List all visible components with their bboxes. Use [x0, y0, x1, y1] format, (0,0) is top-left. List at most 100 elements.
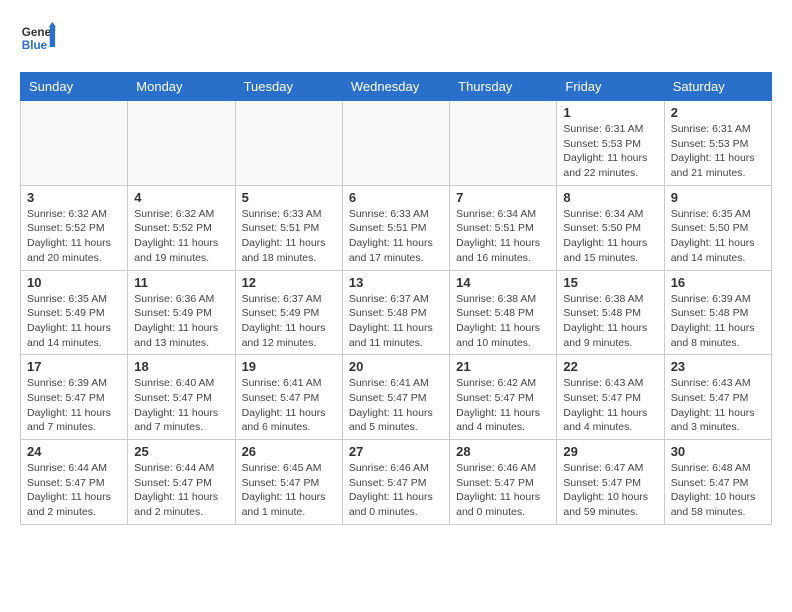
day-number: 28	[456, 444, 550, 459]
calendar-cell: 27 Sunrise: 6:46 AMSunset: 5:47 PMDayligh…	[342, 440, 449, 525]
calendar-cell: 2 Sunrise: 6:31 AMSunset: 5:53 PMDaylight…	[664, 101, 771, 186]
day-number: 15	[563, 275, 657, 290]
day-number: 26	[242, 444, 336, 459]
calendar-cell: 7 Sunrise: 6:34 AMSunset: 5:51 PMDaylight…	[450, 185, 557, 270]
day-number: 16	[671, 275, 765, 290]
column-header-thursday: Thursday	[450, 73, 557, 101]
day-info: Sunrise: 6:43 AMSunset: 5:47 PMDaylight:…	[563, 376, 657, 435]
column-header-monday: Monday	[128, 73, 235, 101]
calendar-cell: 29Sunrise: 6:47 AMSunset: 5:47 PMDayligh…	[557, 440, 664, 525]
calendar-week-row: 1Sunrise: 6:31 AMSunset: 5:53 PMDaylight…	[21, 101, 772, 186]
day-number: 21	[456, 359, 550, 374]
logo-icon: General Blue	[20, 20, 56, 56]
day-info: Sunrise: 6:34 AMSunset: 5:51 PMDaylight:…	[456, 207, 550, 266]
calendar-cell: 12 Sunrise: 6:37 AMSunset: 5:49 PMDayligh…	[235, 270, 342, 355]
day-info: Sunrise: 6:36 AMSunset: 5:49 PMDaylight:…	[134, 292, 228, 351]
day-info: Sunrise: 6:41 AMSunset: 5:47 PMDaylight:…	[349, 376, 443, 435]
header-row: SundayMondayTuesdayWednesdayThursdayFrid…	[21, 73, 772, 101]
day-info: Sunrise: 6:31 AMSunset: 5:53 PMDaylight:…	[671, 122, 765, 181]
day-number: 12	[242, 275, 336, 290]
day-info: Sunrise: 6:38 AMSunset: 5:48 PMDaylight:…	[456, 292, 550, 351]
calendar-cell: 22 Sunrise: 6:43 AMSunset: 5:47 PMDayligh…	[557, 355, 664, 440]
day-info: Sunrise: 6:39 AMSunset: 5:48 PMDaylight:…	[671, 292, 765, 351]
calendar-week-row: 3 Sunrise: 6:32 AMSunset: 5:52 PMDaylight…	[21, 185, 772, 270]
day-info: Sunrise: 6:35 AMSunset: 5:50 PMDaylight:…	[671, 207, 765, 266]
day-number: 13	[349, 275, 443, 290]
day-number: 6	[349, 190, 443, 205]
calendar-cell: 6 Sunrise: 6:33 AMSunset: 5:51 PMDaylight…	[342, 185, 449, 270]
day-info: Sunrise: 6:45 AMSunset: 5:47 PMDaylight:…	[242, 461, 336, 520]
calendar-cell: 10 Sunrise: 6:35 AMSunset: 5:49 PMDayligh…	[21, 270, 128, 355]
day-info: Sunrise: 6:44 AMSunset: 5:47 PMDaylight:…	[27, 461, 121, 520]
day-number: 4	[134, 190, 228, 205]
calendar-cell: 14 Sunrise: 6:38 AMSunset: 5:48 PMDayligh…	[450, 270, 557, 355]
calendar-cell	[342, 101, 449, 186]
day-info: Sunrise: 6:33 AMSunset: 5:51 PMDaylight:…	[242, 207, 336, 266]
column-header-tuesday: Tuesday	[235, 73, 342, 101]
calendar-cell	[450, 101, 557, 186]
day-number: 8	[563, 190, 657, 205]
calendar-cell: 25Sunrise: 6:44 AMSunset: 5:47 PMDayligh…	[128, 440, 235, 525]
day-number: 2	[671, 105, 765, 120]
day-number: 11	[134, 275, 228, 290]
day-info: Sunrise: 6:44 AMSunset: 5:47 PMDaylight:…	[134, 461, 228, 520]
day-number: 14	[456, 275, 550, 290]
day-number: 29	[563, 444, 657, 459]
column-header-wednesday: Wednesday	[342, 73, 449, 101]
calendar-cell: 4 Sunrise: 6:32 AMSunset: 5:52 PMDaylight…	[128, 185, 235, 270]
logo: General Blue	[20, 20, 62, 56]
day-info: Sunrise: 6:42 AMSunset: 5:47 PMDaylight:…	[456, 376, 550, 435]
day-info: Sunrise: 6:34 AMSunset: 5:50 PMDaylight:…	[563, 207, 657, 266]
day-number: 22	[563, 359, 657, 374]
svg-text:Blue: Blue	[22, 39, 48, 52]
calendar-cell: 8 Sunrise: 6:34 AMSunset: 5:50 PMDaylight…	[557, 185, 664, 270]
day-number: 10	[27, 275, 121, 290]
day-number: 20	[349, 359, 443, 374]
column-header-sunday: Sunday	[21, 73, 128, 101]
calendar-header: SundayMondayTuesdayWednesdayThursdayFrid…	[21, 73, 772, 101]
calendar-cell: 9 Sunrise: 6:35 AMSunset: 5:50 PMDaylight…	[664, 185, 771, 270]
day-number: 24	[27, 444, 121, 459]
day-number: 5	[242, 190, 336, 205]
day-info: Sunrise: 6:46 AMSunset: 5:47 PMDaylight:…	[349, 461, 443, 520]
page-header: General Blue	[20, 20, 772, 56]
day-info: Sunrise: 6:31 AMSunset: 5:53 PMDaylight:…	[563, 122, 657, 181]
day-number: 27	[349, 444, 443, 459]
day-number: 19	[242, 359, 336, 374]
day-number: 3	[27, 190, 121, 205]
calendar-cell	[235, 101, 342, 186]
day-info: Sunrise: 6:32 AMSunset: 5:52 PMDaylight:…	[134, 207, 228, 266]
day-info: Sunrise: 6:46 AMSunset: 5:47 PMDaylight:…	[456, 461, 550, 520]
column-header-friday: Friday	[557, 73, 664, 101]
day-info: Sunrise: 6:39 AMSunset: 5:47 PMDaylight:…	[27, 376, 121, 435]
day-info: Sunrise: 6:48 AMSunset: 5:47 PMDaylight:…	[671, 461, 765, 520]
calendar-cell: 15 Sunrise: 6:38 AMSunset: 5:48 PMDayligh…	[557, 270, 664, 355]
calendar-table: SundayMondayTuesdayWednesdayThursdayFrid…	[20, 72, 772, 525]
day-number: 30	[671, 444, 765, 459]
calendar-cell: 21 Sunrise: 6:42 AMSunset: 5:47 PMDayligh…	[450, 355, 557, 440]
calendar-cell: 13Sunrise: 6:37 AMSunset: 5:48 PMDayligh…	[342, 270, 449, 355]
calendar-cell: 5 Sunrise: 6:33 AMSunset: 5:51 PMDaylight…	[235, 185, 342, 270]
calendar-cell: 23Sunrise: 6:43 AMSunset: 5:47 PMDayligh…	[664, 355, 771, 440]
calendar-cell: 30 Sunrise: 6:48 AMSunset: 5:47 PMDayligh…	[664, 440, 771, 525]
calendar-cell: 3 Sunrise: 6:32 AMSunset: 5:52 PMDaylight…	[21, 185, 128, 270]
calendar-cell: 19 Sunrise: 6:41 AMSunset: 5:47 PMDayligh…	[235, 355, 342, 440]
column-header-saturday: Saturday	[664, 73, 771, 101]
day-info: Sunrise: 6:37 AMSunset: 5:49 PMDaylight:…	[242, 292, 336, 351]
day-info: Sunrise: 6:33 AMSunset: 5:51 PMDaylight:…	[349, 207, 443, 266]
calendar-cell: 20 Sunrise: 6:41 AMSunset: 5:47 PMDayligh…	[342, 355, 449, 440]
day-info: Sunrise: 6:38 AMSunset: 5:48 PMDaylight:…	[563, 292, 657, 351]
day-number: 9	[671, 190, 765, 205]
day-info: Sunrise: 6:41 AMSunset: 5:47 PMDaylight:…	[242, 376, 336, 435]
day-number: 18	[134, 359, 228, 374]
calendar-body: 1Sunrise: 6:31 AMSunset: 5:53 PMDaylight…	[21, 101, 772, 525]
day-number: 23	[671, 359, 765, 374]
calendar-cell: 16 Sunrise: 6:39 AMSunset: 5:48 PMDayligh…	[664, 270, 771, 355]
calendar-cell: 17Sunrise: 6:39 AMSunset: 5:47 PMDayligh…	[21, 355, 128, 440]
calendar-cell	[21, 101, 128, 186]
calendar-cell: 28 Sunrise: 6:46 AMSunset: 5:47 PMDayligh…	[450, 440, 557, 525]
day-info: Sunrise: 6:32 AMSunset: 5:52 PMDaylight:…	[27, 207, 121, 266]
calendar-week-row: 17Sunrise: 6:39 AMSunset: 5:47 PMDayligh…	[21, 355, 772, 440]
day-number: 7	[456, 190, 550, 205]
day-info: Sunrise: 6:35 AMSunset: 5:49 PMDaylight:…	[27, 292, 121, 351]
